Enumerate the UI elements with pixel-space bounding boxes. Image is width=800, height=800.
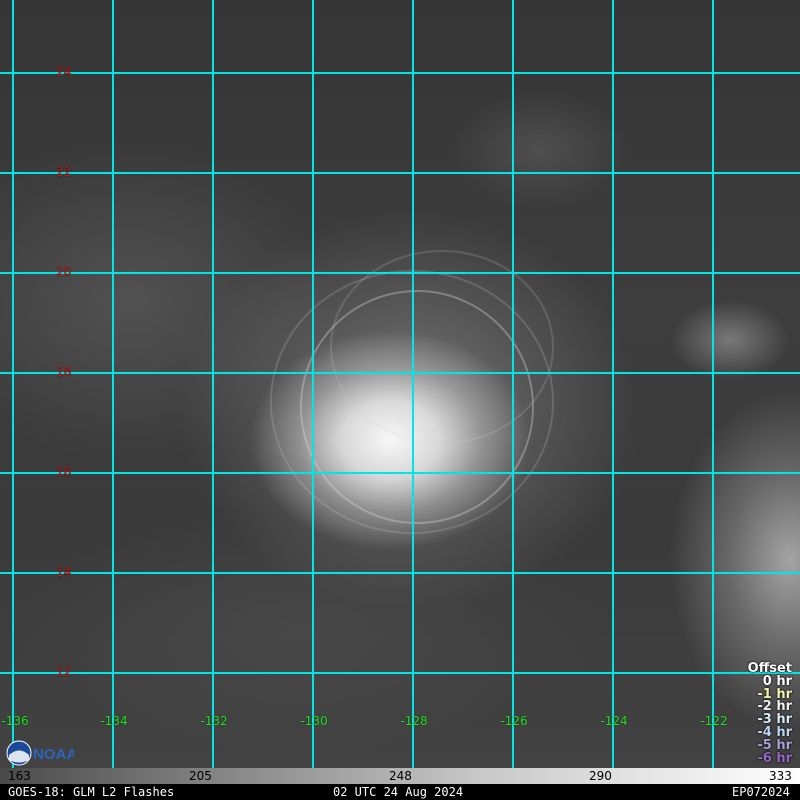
- longitude-line: [312, 0, 314, 768]
- longitude-label: -134: [100, 714, 128, 728]
- latitude-label: 22: [56, 165, 72, 179]
- colorbar-tick: 205: [189, 769, 212, 783]
- footer-product-label: GOES-18: GLM L2 Flashes: [8, 785, 175, 799]
- longitude-label: -126: [500, 714, 528, 728]
- latitude-line: [0, 72, 800, 74]
- svg-text:NOAA: NOAA: [33, 746, 74, 763]
- longitude-label: -122: [700, 714, 728, 728]
- longitude-label: -128: [400, 714, 428, 728]
- latitude-line: [0, 472, 800, 474]
- longitude-line: [612, 0, 614, 768]
- latitude-label: 24: [56, 65, 72, 79]
- footer-storm-id: EP072024: [732, 785, 790, 799]
- longitude-line: [112, 0, 114, 768]
- latitude-line: [0, 272, 800, 274]
- longitude-line: [212, 0, 214, 768]
- longitude-label: -132: [200, 714, 228, 728]
- latitude-line: [0, 672, 800, 674]
- latitude-line: [0, 172, 800, 174]
- longitude-label: -136: [1, 714, 29, 728]
- footer-timestamp: 02 UTC 24 Aug 2024: [333, 785, 464, 799]
- longitude-label: -130: [300, 714, 328, 728]
- colorbar-tick: 248: [389, 769, 412, 783]
- colorbar-tick: 333: [769, 769, 792, 783]
- longitude-line: [12, 0, 14, 768]
- footer-bar: GOES-18: GLM L2 Flashes 02 UTC 24 Aug 20…: [0, 784, 800, 800]
- latitude-line: [0, 372, 800, 374]
- offset-legend: Offset 0 hr -1 hr -2 hr -3 hr -4 hr -5 h…: [748, 662, 792, 766]
- latitude-label: 16: [56, 465, 72, 479]
- offset-legend-entry: -6 hr: [757, 750, 792, 766]
- longitude-line: [712, 0, 714, 768]
- satellite-map: 24 22 20 18 16 14 12 -136 -134 -132 -130…: [0, 0, 800, 800]
- colorbar-tick: 163: [8, 769, 31, 783]
- noaa-logo: NOAA: [6, 740, 77, 766]
- colorbar-tick: 290: [589, 769, 612, 783]
- storm-spiral-band: [330, 250, 554, 444]
- latitude-label: 14: [56, 565, 72, 579]
- latitude-label: 18: [56, 365, 72, 379]
- longitude-label: -124: [600, 714, 628, 728]
- latitude-label: 20: [56, 265, 72, 279]
- longitude-line: [512, 0, 514, 768]
- satellite-imagery: [0, 0, 800, 768]
- longitude-line: [412, 0, 414, 768]
- latitude-label: 12: [56, 665, 72, 679]
- latitude-line: [0, 572, 800, 574]
